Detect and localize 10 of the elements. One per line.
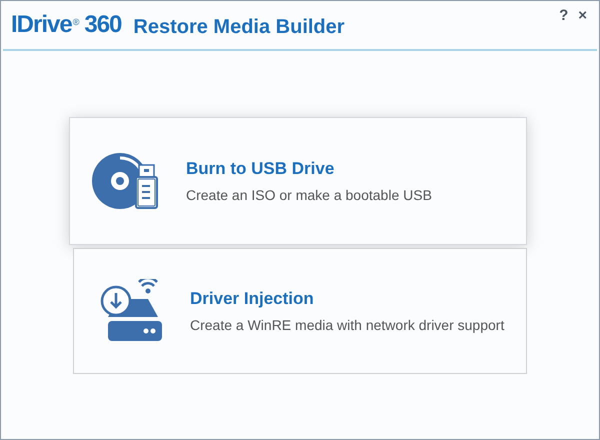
option-card[interactable]: Driver Injection Create a WinRE media with network driver support — [73, 248, 527, 374]
option-card[interactable]: Burn to USB Drive Create an ISO or make a bootable USB — [69, 117, 527, 245]
option-description: Create an ISO or make a bootable USB — [186, 187, 432, 203]
window-title: Restore Media Builder — [133, 16, 345, 38]
logo: IDrive® 360 — [11, 11, 122, 39]
option-description: Create a WinRE media with network driver support — [190, 317, 504, 333]
help-button[interactable]: ? — [559, 7, 568, 24]
option-title: Driver Injection — [190, 289, 315, 309]
close-button[interactable]: × — [578, 7, 587, 24]
option-title: Burn to USB Drive — [186, 159, 336, 179]
